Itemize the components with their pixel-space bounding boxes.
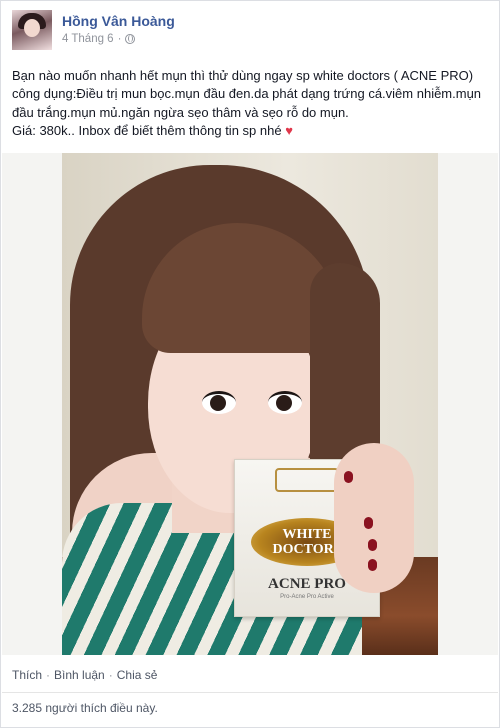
meta-separator: · <box>117 33 122 45</box>
post-photo[interactable]: WHITE DOCTORS ACNE PRO Pro-Acne Pro Acti… <box>2 153 498 655</box>
avatar[interactable] <box>12 10 52 50</box>
post-text-line: Giá: 380k.. Inbox để biết thêm thông tin… <box>12 122 490 140</box>
photo-nail <box>364 517 373 529</box>
post-text-line: công dụng:Điều trị mun bọc.mụn đầu đen.d… <box>12 86 482 102</box>
photo-eye-right <box>268 391 302 414</box>
post-text-line: Bạn nào muốn nhanh hết mụn thì thử dùng … <box>12 68 474 83</box>
product-brand-line2: DOCTORS <box>272 542 342 557</box>
avatar-face <box>24 19 40 37</box>
share-link[interactable]: Chia sẻ <box>117 668 158 682</box>
product-tagline: Pro-Acne Pro Active <box>280 594 334 600</box>
post-date[interactable]: 4 Tháng 6 <box>62 33 114 45</box>
post-text-price: Giá: 380k.. Inbox để biết thêm thông tin… <box>12 123 282 139</box>
heart-icon: ♥ <box>285 123 293 139</box>
post-text-line: đầu trắng.mụn mủ.ngăn ngừa sẹo thâm và s… <box>12 104 349 120</box>
like-link[interactable]: Thích <box>12 668 42 682</box>
photo-nail <box>344 471 353 483</box>
facebook-post: Hồng Vân Hoàng 4 Tháng 6 · Bạn nào muốn … <box>0 0 500 728</box>
photo-nail <box>368 539 377 551</box>
product-brand-line1: WHITE <box>282 527 332 542</box>
photo-content: WHITE DOCTORS ACNE PRO Pro-Acne Pro Acti… <box>62 153 438 655</box>
action-separator: · <box>108 668 113 682</box>
author-name[interactable]: Hồng Vân Hoàng <box>62 13 175 29</box>
post-meta: 4 Tháng 6 · <box>62 33 136 45</box>
post-actions: Thích · Bình luận · Chia sẻ <box>2 660 498 693</box>
post-header: Hồng Vân Hoàng 4 Tháng 6 · <box>12 10 482 54</box>
post-text: Bạn nào muốn nhanh hết mụn thì thử dùng … <box>12 67 490 141</box>
action-separator: · <box>46 668 51 682</box>
globe-icon[interactable] <box>125 34 136 44</box>
photo-eye-left <box>202 391 236 414</box>
product-badge <box>275 468 339 492</box>
likes-summary[interactable]: 3.285 người thích điều này. <box>12 701 158 715</box>
comment-link[interactable]: Bình luận <box>54 668 105 682</box>
photo-nail <box>368 559 377 571</box>
